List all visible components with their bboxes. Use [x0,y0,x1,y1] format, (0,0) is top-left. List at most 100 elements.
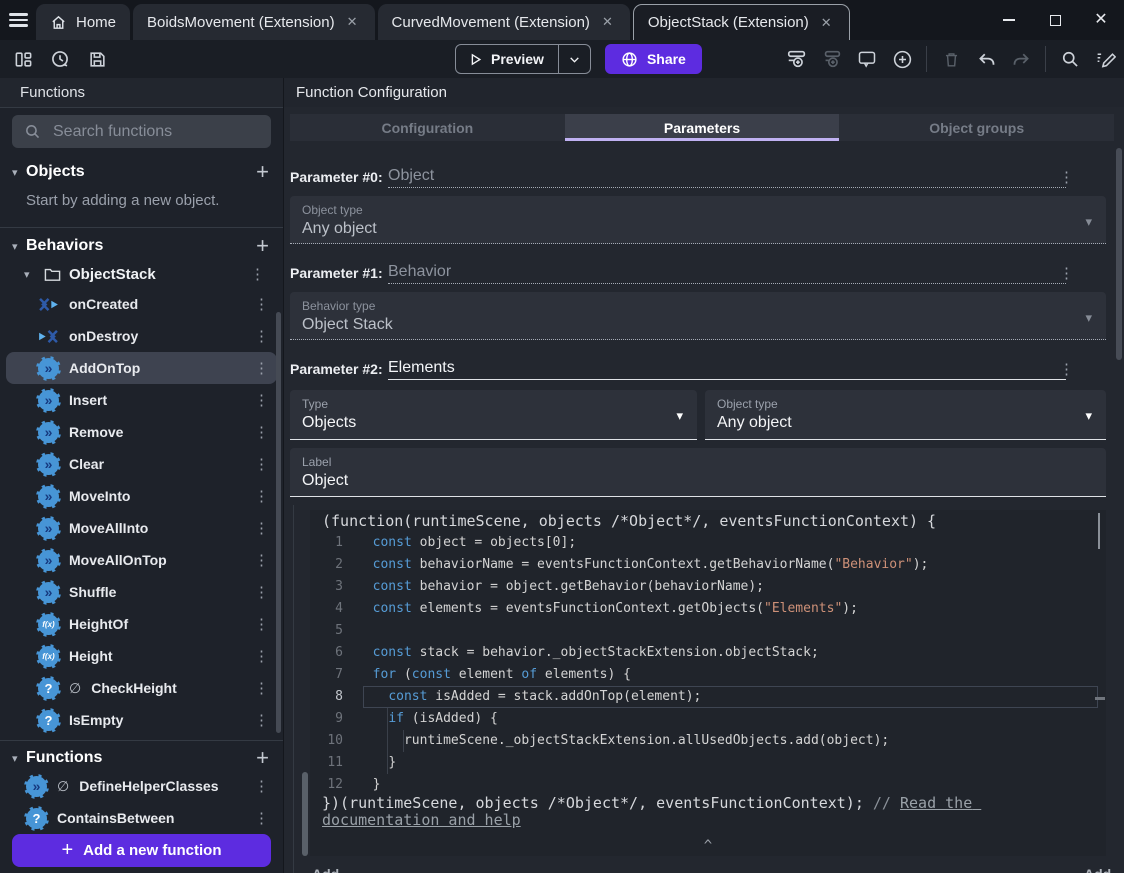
share-label: Share [646,51,686,67]
kebab-menu-icon[interactable]: ⋮ [250,551,273,569]
close-window-button[interactable]: ✕ [1078,3,1124,37]
kebab-menu-icon[interactable]: ⋮ [250,809,273,827]
function-item-isempty[interactable]: ? IsEmpty ⋮ [0,704,283,736]
preview-label: Preview [491,51,544,67]
add-event-button[interactable] [786,48,808,70]
kebab-menu-icon[interactable]: ⋮ [250,647,273,665]
parameter-2-name-field[interactable]: Elements [388,359,1066,380]
add-subevent-button[interactable] [821,48,843,70]
preview-options-button[interactable] [557,45,590,73]
add-function-plus-button[interactable]: + [256,747,269,769]
function-item-insert[interactable]: » Insert ⋮ [0,384,283,416]
function-item-moveallinto[interactable]: » MoveAllInto ⋮ [0,512,283,544]
maximize-button[interactable] [1032,3,1078,37]
search-functions-input[interactable]: Search functions [12,115,271,148]
edit-mode-button[interactable] [1094,48,1116,70]
kebab-menu-icon[interactable]: ⋮ [250,391,273,409]
function-item-label: ContainsBetween [57,810,175,826]
delete-button[interactable] [940,48,962,70]
parameter-2-label: Parameter #2: [290,361,383,377]
add-comment-button[interactable] [856,48,878,70]
add-new-function-button[interactable]: + Add a new function [12,834,271,867]
kebab-menu-icon[interactable]: ⋮ [250,679,273,697]
add-behavior-button[interactable]: + [256,235,269,257]
kebab-menu-icon[interactable]: ⋮ [250,615,273,633]
sidebar-scrollbar[interactable] [276,312,281,733]
kebab-menu-icon[interactable]: ⋮ [250,359,273,377]
add-element-button[interactable] [891,48,913,70]
main-menu-button[interactable] [0,0,36,40]
minimize-button[interactable] [986,3,1032,37]
kebab-menu-icon[interactable]: ⋮ [250,583,273,601]
tab-configuration[interactable]: Configuration [290,114,565,141]
function-item-definehelperclasses[interactable]: » ∅ DefineHelperClasses ⋮ [0,770,283,802]
function-item-moveallontop[interactable]: » MoveAllOnTop ⋮ [0,544,283,576]
close-tab-icon[interactable]: ✕ [599,13,616,31]
kebab-menu-icon[interactable]: ⋮ [250,519,273,537]
close-tab-icon[interactable]: ✕ [344,13,361,31]
tab-object-groups[interactable]: Object groups [839,114,1114,141]
function-item-remove[interactable]: » Remove ⋮ [0,416,283,448]
parameter-2-object-type-select[interactable]: Object type Any object ▾ [705,390,1106,440]
function-item-clear[interactable]: » Clear ⋮ [0,448,283,480]
action-function-icon: » [36,547,61,573]
parameter-row-2: Parameter #2: Elements ⋮ [290,354,1090,380]
function-item-addontop[interactable]: » AddOnTop ⋮ [6,352,277,384]
parameter-0-object-type-select[interactable]: Object type Any object ▾ [290,196,1106,244]
parameter-2-type-select[interactable]: Type Objects ▾ [290,390,697,440]
open-panels-button[interactable] [12,48,34,70]
function-item-height[interactable]: f(x) Height ⋮ [0,640,283,672]
kebab-menu-icon[interactable]: ⋮ [250,711,273,729]
preview-button[interactable]: Preview [455,44,591,74]
editor-collapse-handle[interactable]: ^ [704,838,712,854]
kebab-menu-icon[interactable]: ⋮ [1055,264,1078,282]
undo-button[interactable] [975,48,997,70]
document-tab-boidsmovement[interactable]: BoidsMovement (Extension) ✕ [133,4,375,40]
editor-resize-handle[interactable] [302,772,308,856]
parameter-1-behavior-type-select[interactable]: Behavior type Object Stack ▾ [290,292,1106,340]
function-item-shuffle[interactable]: » Shuffle ⋮ [0,576,283,608]
close-tab-icon[interactable]: ✕ [818,14,835,32]
field-label: Object type [717,397,778,411]
parameter-0-name-field[interactable]: Object [388,167,1066,188]
kebab-menu-icon[interactable]: ⋮ [250,487,273,505]
document-tab-home[interactable]: Home [36,4,131,40]
document-tab-curvedmovement[interactable]: CurvedMovement (Extension) ✕ [377,4,630,40]
parameter-2-label-input[interactable]: Label Object [290,448,1106,497]
kebab-menu-icon[interactable]: ⋮ [250,455,273,473]
function-item-containsbetween[interactable]: ? ContainsBetween ⋮ [0,802,283,834]
kebab-menu-icon[interactable]: ⋮ [246,265,269,283]
parameter-1-name-field[interactable]: Behavior [388,263,1066,284]
function-item-oncreated[interactable]: onCreated ⋮ [0,288,283,320]
functions-section-header[interactable]: ▾ Functions + [0,746,283,770]
document-tab-objectstack[interactable]: ObjectStack (Extension) ✕ [632,4,850,40]
kebab-menu-icon[interactable]: ⋮ [1055,168,1078,186]
objects-section-header[interactable]: ▾ Objects + [0,160,283,184]
kebab-menu-icon[interactable]: ⋮ [1055,360,1078,378]
behaviors-section-header[interactable]: ▾ Behaviors + [0,234,283,258]
add-object-button[interactable]: + [256,161,269,183]
redo-button[interactable] [1010,48,1032,70]
chevron-down-icon [570,56,579,63]
main-scrollbar[interactable] [1116,148,1122,360]
kebab-menu-icon[interactable]: ⋮ [250,295,273,313]
history-button[interactable] [49,48,71,70]
line-number: 6 [335,645,343,660]
save-button[interactable] [86,48,108,70]
share-button[interactable]: Share [604,44,702,74]
javascript-code-editor[interactable]: (function(runtimeScene, objects /*Object… [310,510,1106,856]
function-item-heightof[interactable]: f(x) HeightOf ⋮ [0,608,283,640]
kebab-menu-icon[interactable]: ⋮ [250,423,273,441]
behavior-folder-objectstack[interactable]: ▾ ObjectStack ⋮ [0,260,283,288]
kebab-menu-icon[interactable]: ⋮ [250,327,273,345]
kebab-menu-icon[interactable]: ⋮ [250,777,273,795]
caret-down-icon: ▾ [12,166,18,179]
parameter-1-label: Parameter #1: [290,265,383,281]
tab-parameters[interactable]: Parameters [564,114,840,141]
function-item-ondestroy[interactable]: onDestroy ⋮ [0,320,283,352]
search-events-button[interactable] [1059,48,1081,70]
function-item-moveinto[interactable]: » MoveInto ⋮ [0,480,283,512]
code-text: if (isAdded) { [388,711,498,726]
function-item-checkheight[interactable]: ? ∅ CheckHeight ⋮ [0,672,283,704]
function-item-label: MoveAllInto [69,520,149,536]
